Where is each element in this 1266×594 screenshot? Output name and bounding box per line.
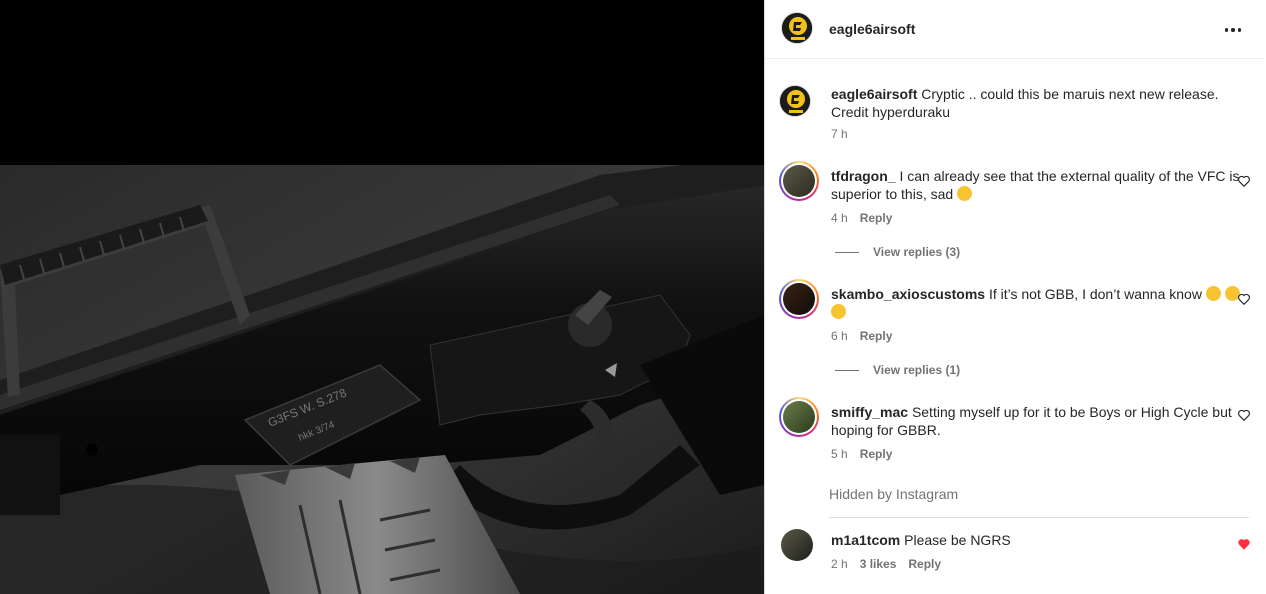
comment-item: tfdragon_ I can already see that the ext…: [779, 161, 1259, 237]
caption-meta: 7 h: [831, 127, 848, 141]
comment-avatar[interactable]: [779, 279, 819, 319]
comment-text: smiffy_mac Setting myself up for it to b…: [831, 403, 1253, 439]
comment-avatar[interactable]: [779, 397, 819, 437]
view-replies-label: View replies (3): [873, 245, 961, 259]
comment-time[interactable]: 2 h: [831, 557, 848, 571]
caption-text: eagle6airsoft Cryptic .. could this be m…: [831, 85, 1253, 121]
comment-body: If it’s not GBB, I don’t wanna know: [988, 286, 1202, 302]
comment-item: smiffy_mac Setting myself up for it to b…: [779, 397, 1259, 473]
post-photo: G3FS W. S.278 hkk 3/74: [0, 165, 764, 594]
comment-avatar[interactable]: [779, 161, 819, 201]
more-horizontal-icon: [1224, 28, 1229, 32]
comment-time[interactable]: 6 h: [831, 329, 848, 343]
avatar-image: [783, 165, 815, 197]
comment-time[interactable]: 5 h: [831, 447, 848, 461]
heart-icon[interactable]: [1237, 292, 1251, 306]
comment-meta: 2 h 3 likes Reply: [831, 557, 941, 571]
reply-button[interactable]: Reply: [908, 557, 941, 571]
avatar-image: [783, 401, 815, 433]
caption-username[interactable]: eagle6airsoft: [831, 86, 917, 102]
comment-body: Please be NGRS: [904, 532, 1011, 548]
likes-count[interactable]: 3 likes: [860, 557, 897, 571]
comment-meta: 5 h Reply: [831, 447, 892, 461]
laughing-emoji-icon: [831, 304, 846, 319]
heart-icon[interactable]: [1237, 174, 1251, 188]
heart-icon[interactable]: [1237, 408, 1251, 422]
view-replies-label: View replies (1): [873, 363, 961, 377]
divider: [829, 517, 1249, 518]
caption-time[interactable]: 7 h: [831, 127, 848, 141]
comment-item: skambo_axioscustoms If it’s not GBB, I d…: [779, 279, 1259, 355]
post-side-panel: eagle6airsoft eagle6airsoft Cryptic .. c…: [764, 0, 1266, 594]
caption-avatar[interactable]: [779, 85, 811, 117]
caption: eagle6airsoft Cryptic .. could this be m…: [779, 85, 1259, 145]
more-dot: [1237, 28, 1242, 32]
reply-button[interactable]: Reply: [860, 211, 893, 225]
comment-username[interactable]: skambo_axioscustoms: [831, 286, 985, 302]
comment-text: tfdragon_ I can already see that the ext…: [831, 167, 1253, 203]
view-replies-button[interactable]: View replies (1): [835, 363, 960, 377]
comment-text: skambo_axioscustoms If it’s not GBB, I d…: [831, 285, 1253, 321]
reply-button[interactable]: Reply: [860, 447, 893, 461]
comment-username[interactable]: m1a1tcom: [831, 532, 900, 548]
sad-face-emoji-icon: [957, 186, 973, 201]
post-media[interactable]: G3FS W. S.278 hkk 3/74: [0, 0, 764, 594]
eagle6-logo-icon: [782, 13, 812, 43]
comment-meta: 4 h Reply: [831, 211, 892, 225]
author-avatar[interactable]: [781, 12, 813, 44]
more-dot: [1231, 28, 1235, 32]
comment-item: m1a1tcom Please be NGRS 2 h 3 likes Repl…: [779, 529, 1259, 591]
rifle-image: G3FS W. S.278 hkk 3/74: [0, 165, 764, 594]
view-replies-line: [835, 369, 859, 371]
comment-meta: 6 h Reply: [831, 329, 892, 343]
comment-time[interactable]: 4 h: [831, 211, 848, 225]
more-options-button[interactable]: [1221, 18, 1245, 42]
comment-avatar[interactable]: [781, 529, 813, 561]
hidden-by-instagram-button[interactable]: Hidden by Instagram: [829, 486, 958, 502]
heart-filled-icon[interactable]: [1237, 537, 1251, 551]
post-author-username[interactable]: eagle6airsoft: [829, 21, 915, 37]
avatar-image: [783, 283, 815, 315]
eagle6-logo-icon: [780, 86, 810, 116]
view-replies-line: [835, 251, 859, 253]
comment-username[interactable]: smiffy_mac: [831, 404, 908, 420]
comment-username[interactable]: tfdragon_: [831, 168, 896, 184]
laughing-emoji-icon: [1205, 286, 1221, 301]
reply-button[interactable]: Reply: [860, 329, 893, 343]
view-replies-button[interactable]: View replies (3): [835, 245, 960, 259]
post-header: eagle6airsoft: [765, 0, 1265, 59]
comment-text: m1a1tcom Please be NGRS: [831, 531, 1253, 549]
